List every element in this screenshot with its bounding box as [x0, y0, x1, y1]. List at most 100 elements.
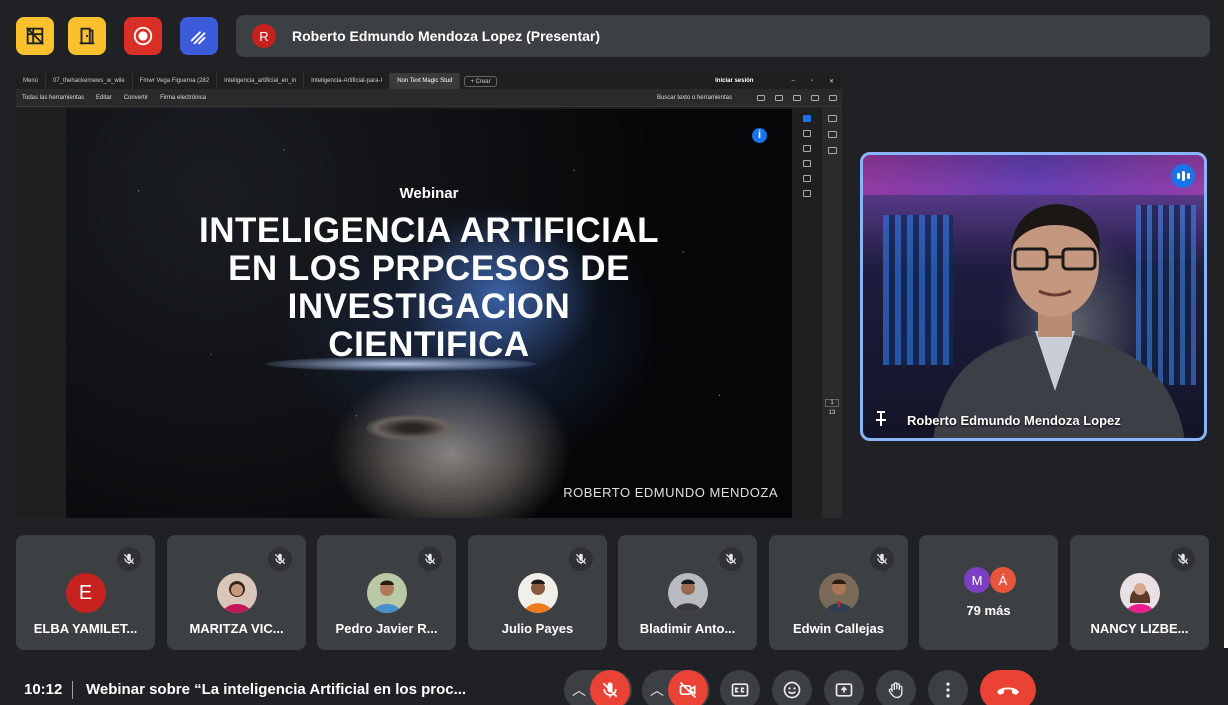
- present-button[interactable]: [824, 670, 864, 705]
- participant-name: Bladimir Anto...: [639, 621, 736, 636]
- more-participants-count: 79 más: [966, 603, 1011, 618]
- acrobat-search: Buscar texto o herramientas: [656, 94, 732, 101]
- slide-title: INTELIGENCIA ARTIFICIAL EN LOS PRPCESOS …: [66, 212, 792, 364]
- browser-tab: 07_thehackernews_w_wile: [46, 73, 133, 89]
- more-vert-icon: [946, 682, 950, 698]
- slide-author: ROBERTO EDMUNDO MENDOZA: [563, 485, 778, 500]
- menu-edit: Editar: [96, 94, 112, 101]
- browser-tab: Menú: [16, 73, 47, 89]
- face-illustration: [366, 415, 456, 441]
- meet-window: R Roberto Edmundo Mendoza Lopez (Present…: [0, 0, 1228, 705]
- door-icon: [79, 27, 95, 45]
- menu-esign: Firma electrónica: [160, 94, 207, 101]
- record-icon: [133, 26, 153, 46]
- acrobat-toolbar: Todas las herramientas Editar Convertir …: [16, 89, 842, 107]
- presenter-label: Roberto Edmundo Mendoza Lopez (Presentar…: [292, 28, 601, 44]
- avatar: [667, 573, 708, 613]
- participant-name: MARITZA VIC...: [189, 621, 284, 636]
- participant-tile[interactable]: E ELBA YAMILET...: [16, 535, 155, 650]
- hand-icon: [888, 682, 903, 699]
- document-area: i Webinar INTELIGENCIA ARTIFICIAL EN LOS…: [16, 107, 842, 518]
- audio-options-chevron-icon[interactable]: ︿: [566, 670, 592, 705]
- more-participants-tile[interactable]: M Á 79 más: [919, 535, 1058, 650]
- avatar: M: [964, 567, 990, 593]
- minimize-icon: –: [791, 78, 795, 84]
- browser-tab-active: Non Text Magic Stud: [390, 73, 461, 89]
- pin-icon[interactable]: [871, 409, 891, 429]
- browser-tab: Inteligencia_artificial_en_in: [217, 73, 305, 89]
- print-icon: [775, 94, 783, 101]
- presentation-slide: i Webinar INTELIGENCIA ARTIFICIAL EN LOS…: [66, 109, 792, 518]
- mic-off-icon: [1171, 547, 1195, 571]
- new-tab-button: + Crear: [464, 75, 497, 87]
- presenter-banner: R Roberto Edmundo Mendoza Lopez (Present…: [236, 15, 1210, 57]
- info-icon: i: [752, 128, 767, 143]
- participant-name: Pedro Javier R...: [335, 621, 438, 636]
- captions-button[interactable]: [720, 670, 760, 705]
- participant-tile[interactable]: MARITZA VIC...: [167, 535, 306, 650]
- speaker-tile[interactable]: Roberto Edmundo Mendoza Lopez: [860, 152, 1207, 441]
- hang-up-icon: [997, 687, 1019, 695]
- whiteboard-button[interactable]: [180, 17, 218, 55]
- slide-title-line: EN LOS PRPCESOS DE: [228, 249, 630, 288]
- browser-tab: Inteligencia-Artificial-para-I: [304, 73, 391, 89]
- slide-kicker: Webinar: [399, 185, 459, 202]
- participant-tile[interactable]: Edwin Callejas: [769, 535, 908, 650]
- grid-off-icon: [26, 27, 44, 45]
- shared-screen: Menú 07_thehackernews_w_wile Fmwr Vega F…: [16, 73, 842, 518]
- text-tool-icon: [803, 175, 811, 182]
- participant-tile[interactable]: Julio Payes: [468, 535, 607, 650]
- slide-title-line: INVESTIGACION: [287, 287, 571, 326]
- pen-scribble-icon: [190, 31, 206, 45]
- divider: [72, 681, 73, 699]
- participant-tile[interactable]: NANCY LIZBE...: [1070, 535, 1209, 650]
- emoji-icon: [783, 681, 801, 699]
- breakout-rooms-button[interactable]: [68, 17, 106, 55]
- camera-toggle-button[interactable]: [668, 670, 708, 705]
- mic-off-icon: [569, 547, 593, 571]
- mic-toggle-button[interactable]: [590, 670, 630, 705]
- mic-off-icon: [268, 547, 292, 571]
- avatar: Á: [990, 567, 1016, 593]
- avatar: [216, 573, 257, 613]
- participant-name: ELBA YAMILET...: [33, 621, 138, 636]
- browser-tab-strip: Menú 07_thehackernews_w_wile Fmwr Vega F…: [16, 73, 842, 89]
- page-nav: 1 13: [822, 107, 842, 518]
- mail-icon: [829, 94, 837, 101]
- slide-title-line: CIENTIFICA: [328, 325, 530, 364]
- pencil-tool-icon: [803, 145, 811, 152]
- avatar: E: [65, 573, 106, 613]
- page-current: 1: [825, 399, 839, 407]
- participant-tile[interactable]: Bladimir Anto...: [618, 535, 757, 650]
- panel-icon: [828, 147, 837, 154]
- sign-in-link: Iniciar sesión: [715, 78, 754, 84]
- maximize-icon: ▫: [810, 78, 813, 84]
- present-screen-icon: [835, 683, 853, 697]
- avatar: [517, 573, 558, 613]
- presenter-avatar: R: [252, 24, 276, 48]
- more-options-button[interactable]: [928, 670, 968, 705]
- mic-off-icon: [117, 547, 141, 571]
- video-options-chevron-icon[interactable]: ︿: [644, 670, 670, 705]
- leave-call-button[interactable]: [980, 670, 1036, 705]
- host-controls-button[interactable]: [16, 17, 54, 55]
- menu-convert: Convertir: [123, 94, 149, 101]
- share-icon: [793, 94, 801, 101]
- participant-name: NANCY LIZBE...: [1090, 621, 1189, 636]
- window-edge: [1224, 0, 1228, 648]
- avatar: [366, 573, 407, 613]
- comment-tool-icon: [803, 130, 811, 137]
- recording-button[interactable]: [124, 17, 162, 55]
- neon-glow: [863, 155, 1204, 195]
- raise-hand-button[interactable]: [876, 670, 916, 705]
- mic-off-icon: [719, 547, 743, 571]
- slide-title-line: INTELIGENCIA ARTIFICIAL: [199, 211, 659, 250]
- menu-all-tools: Todas las herramientas: [22, 94, 85, 101]
- browser-tab: Fmwr Vega Figueroa (282: [133, 73, 218, 89]
- acrobat-tool-rail: [792, 107, 822, 518]
- reactions-button[interactable]: [772, 670, 812, 705]
- meeting-title: Webinar sobre “La inteligencia Artificia…: [86, 681, 467, 698]
- closed-captions-icon: [731, 683, 749, 697]
- participant-tile[interactable]: Pedro Javier R...: [317, 535, 456, 650]
- meeting-clock: 10:12: [24, 681, 63, 698]
